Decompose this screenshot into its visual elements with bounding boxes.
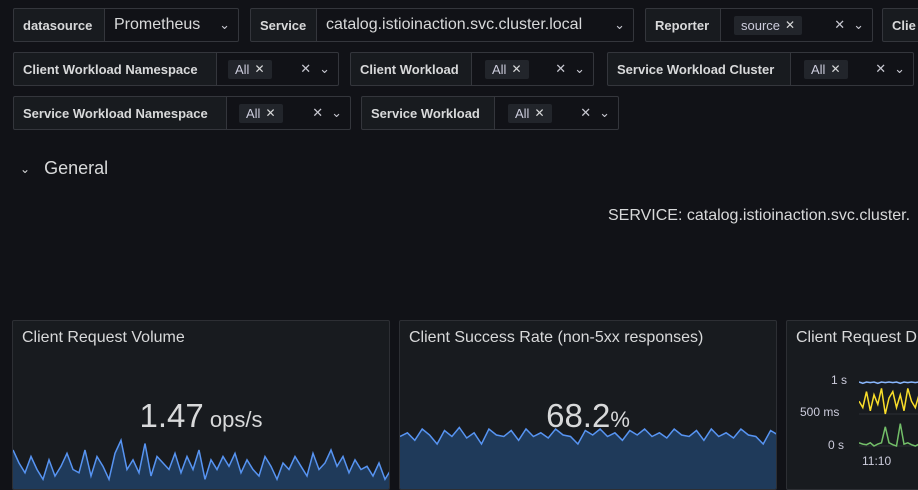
service-workload-namespace-chip: All ✕ <box>239 103 283 123</box>
reporter-label: Reporter <box>645 8 721 42</box>
remove-chip-icon[interactable]: ✕ <box>265 106 275 120</box>
service-workload-cluster-variable: Service Workload Cluster All ✕ ✕ ⌄ <box>607 52 914 86</box>
reporter-chip: source ✕ <box>734 15 803 35</box>
client-workload-variable: Client Workload All ✕ ✕ ⌄ <box>350 52 594 86</box>
service-workload-cluster-select[interactable]: All ✕ ✕ ⌄ <box>791 52 914 86</box>
datasource-variable: datasource Prometheus ⌄ <box>13 8 239 42</box>
datasource-label: datasource <box>13 8 105 42</box>
chip-label: All <box>811 61 826 77</box>
chevron-down-icon[interactable]: ⌄ <box>219 17 230 33</box>
remove-chip-icon[interactable]: ✕ <box>254 62 264 76</box>
panel-client-request-duration[interactable]: Client Request D 1 s 500 ms 0 s 11:10 <box>786 320 918 490</box>
service-workload-chip: All ✕ <box>508 103 552 123</box>
service-value: catalog.istioinaction.svc.cluster.local <box>326 16 583 33</box>
clear-icon[interactable]: ✕ <box>834 17 845 33</box>
service-workload-namespace-variable: Service Workload Namespace All ✕ ✕ ⌄ <box>13 96 351 130</box>
service-workload-namespace-label: Service Workload Namespace <box>13 96 227 130</box>
client-workload-namespace-variable: Client Workload Namespace All ✕ ✕ ⌄ <box>13 52 339 86</box>
stat-value: 1.47 ops/s <box>13 397 389 435</box>
stat-number: 68.2 <box>546 397 611 434</box>
y-tick-500ms: 500 ms <box>800 405 840 419</box>
remove-chip-icon[interactable]: ✕ <box>511 62 521 76</box>
client-workload-namespace-chip: All ✕ <box>228 59 272 79</box>
duration-series-1 <box>859 388 918 415</box>
clear-icon[interactable]: ✕ <box>300 61 311 77</box>
service-select[interactable]: catalog.istioinaction.svc.cluster.local … <box>317 8 634 42</box>
row-title: General <box>44 158 109 178</box>
remove-chip-icon[interactable]: ✕ <box>830 62 840 76</box>
y-tick-0s: 0 s <box>828 438 845 452</box>
service-label: Service <box>250 8 317 42</box>
request-duration-chart <box>859 381 918 448</box>
chip-label: All <box>235 61 250 77</box>
chevron-down-icon[interactable]: ⌄ <box>599 105 610 121</box>
remove-chip-icon[interactable]: ✕ <box>785 18 795 32</box>
service-workload-cluster-chip: All ✕ <box>804 59 848 79</box>
stat-unit: ops/s <box>203 407 263 432</box>
duration-series-0 <box>859 381 918 385</box>
service-workload-label: Service Workload <box>361 96 495 130</box>
datasource-value: Prometheus <box>114 16 201 33</box>
client-variable-truncated: Clie <box>882 8 918 42</box>
remove-chip-icon[interactable]: ✕ <box>534 106 544 120</box>
panel-title: Client Request D <box>796 329 917 346</box>
success-rate-area <box>400 427 776 489</box>
clear-icon[interactable]: ✕ <box>580 105 591 121</box>
chip-label: All <box>515 105 530 121</box>
x-tick-1110: 11:10 <box>862 454 892 468</box>
service-variable: Service catalog.istioinaction.svc.cluste… <box>250 8 634 42</box>
client-workload-namespace-select[interactable]: All ✕ ✕ ⌄ <box>217 52 339 86</box>
chevron-down-icon[interactable]: ⌄ <box>853 17 864 33</box>
chip-label: All <box>492 61 507 77</box>
clear-icon[interactable]: ✕ <box>312 105 323 121</box>
panel-title: Client Request Volume <box>22 329 185 346</box>
chevron-down-icon[interactable]: ⌄ <box>319 61 330 77</box>
chevron-down-icon[interactable]: ⌄ <box>574 61 585 77</box>
client-workload-chip: All ✕ <box>485 59 529 79</box>
stat-unit: % <box>610 407 630 432</box>
panel-client-request-volume[interactable]: Client Request Volume 1.47 ops/s <box>12 320 390 490</box>
service-workload-variable: Service Workload All ✕ ✕ ⌄ <box>361 96 619 130</box>
reporter-select[interactable]: source ✕ ✕ ⌄ <box>721 8 873 42</box>
stat-number: 1.47 <box>139 397 204 434</box>
service-workload-select[interactable]: All ✕ ✕ ⌄ <box>495 96 619 130</box>
client-workload-namespace-label: Client Workload Namespace <box>13 52 217 86</box>
clear-icon[interactable]: ✕ <box>555 61 566 77</box>
client-label-truncated: Clie <box>882 8 918 42</box>
reporter-variable: Reporter source ✕ ✕ ⌄ <box>645 8 873 42</box>
stat-value: 68.2% <box>400 397 776 435</box>
datasource-select[interactable]: Prometheus ⌄ <box>105 8 239 42</box>
client-workload-select[interactable]: All ✕ ✕ ⌄ <box>472 52 594 86</box>
reporter-chip-label: source <box>741 17 781 33</box>
service-banner: SERVICE: catalog.istioinaction.svc.clust… <box>608 207 911 224</box>
chip-label: All <box>246 105 261 121</box>
client-workload-label: Client Workload <box>350 52 472 86</box>
duration-series-2 <box>859 423 918 448</box>
chevron-down-icon[interactable]: ⌄ <box>614 17 625 33</box>
service-workload-cluster-label: Service Workload Cluster <box>607 52 791 86</box>
y-tick-1s: 1 s <box>831 373 848 387</box>
panel-title: Client Success Rate (non-5xx responses) <box>409 329 704 346</box>
chevron-down-icon[interactable]: ⌄ <box>331 105 342 121</box>
clear-icon[interactable]: ✕ <box>875 61 886 77</box>
chevron-down-icon[interactable]: ⌄ <box>20 162 30 176</box>
row-general[interactable]: ⌄ General <box>20 158 108 179</box>
panel-client-success-rate[interactable]: Client Success Rate (non-5xx responses) … <box>399 320 777 490</box>
chevron-down-icon[interactable]: ⌄ <box>894 61 905 77</box>
service-workload-namespace-select[interactable]: All ✕ ✕ ⌄ <box>227 96 351 130</box>
